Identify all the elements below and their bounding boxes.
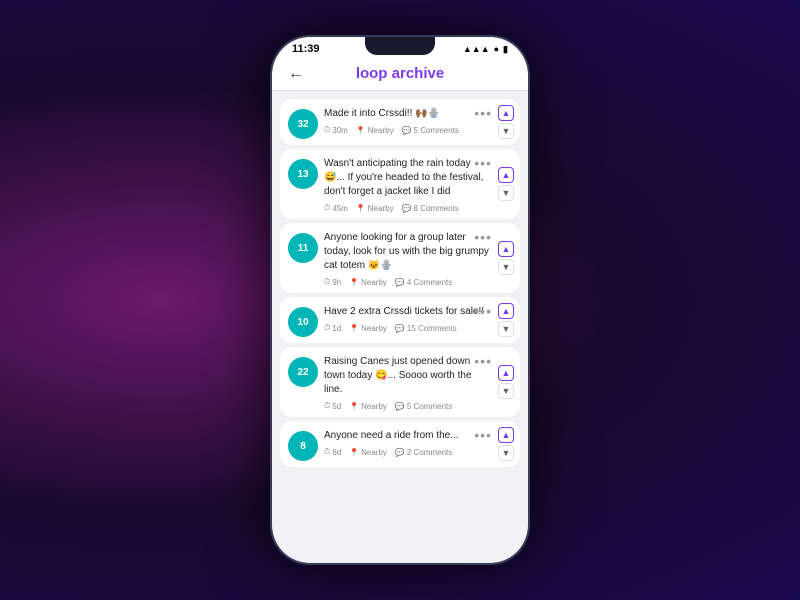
phone-screen: 11:39 ▲▲▲ ● ▮ ← loop archive 32 Made it … bbox=[272, 37, 528, 563]
pin-icon: 📍 bbox=[349, 448, 359, 457]
vote-controls: ▲ ▼ bbox=[498, 105, 514, 139]
upvote-button[interactable]: ▲ bbox=[498, 105, 514, 121]
post-card: 8 Anyone need a ride from the... ⏱ 6d 📍 … bbox=[280, 421, 520, 467]
clock-icon: ⏱ bbox=[324, 277, 330, 287]
post-meta: ⏱ 45m 📍 Nearby 💬 8 Comments bbox=[324, 203, 492, 213]
post-location: 📍 Nearby bbox=[349, 402, 387, 411]
downvote-button[interactable]: ▼ bbox=[498, 321, 514, 337]
pin-icon: 📍 bbox=[356, 204, 366, 213]
avatar: 11 bbox=[288, 233, 318, 263]
avatar: 13 bbox=[288, 159, 318, 189]
post-text: Have 2 extra Crssdi tickets for sale!! bbox=[324, 305, 492, 319]
post-time: ⏱ 1d bbox=[324, 323, 341, 333]
comment-icon: 💬 bbox=[395, 278, 405, 287]
upvote-button[interactable]: ▲ bbox=[498, 427, 514, 443]
signal-icon: ▲▲▲ bbox=[463, 44, 490, 54]
page-title: loop archive bbox=[356, 65, 444, 82]
upvote-button[interactable]: ▲ bbox=[498, 167, 514, 183]
post-location: 📍 Nearby bbox=[356, 126, 394, 135]
downvote-button[interactable]: ▼ bbox=[498, 445, 514, 461]
post-text: Raising Canes just opened down town toda… bbox=[324, 355, 492, 397]
pin-icon: 📍 bbox=[349, 324, 359, 333]
post-comments: 💬 8 Comments bbox=[402, 204, 459, 213]
comment-icon: 💬 bbox=[395, 324, 405, 333]
back-button[interactable]: ← bbox=[288, 65, 304, 83]
downvote-button[interactable]: ▼ bbox=[498, 123, 514, 139]
upvote-button[interactable]: ▲ bbox=[498, 241, 514, 257]
pin-icon: 📍 bbox=[349, 278, 359, 287]
clock-icon: ⏱ bbox=[324, 323, 330, 333]
post-location: 📍 Nearby bbox=[349, 448, 387, 457]
post-comments: 💬 2 Comments bbox=[395, 448, 452, 457]
vote-controls: ▲ ▼ bbox=[498, 167, 514, 201]
post-time: ⏱ 6d bbox=[324, 447, 341, 457]
post-text: Anyone looking for a group later today, … bbox=[324, 231, 492, 273]
post-text: Made it into Crssdi!! 🙌🏾🪬 bbox=[324, 107, 492, 121]
post-meta: ⏱ 6d 📍 Nearby 💬 2 Comments bbox=[324, 447, 492, 457]
pin-icon: 📍 bbox=[349, 402, 359, 411]
avatar: 8 bbox=[288, 431, 318, 461]
post-card: 22 Raising Canes just opened down town t… bbox=[280, 347, 520, 417]
post-menu-dots[interactable]: ••• bbox=[474, 105, 492, 121]
wifi-icon: ● bbox=[494, 44, 499, 54]
comment-icon: 💬 bbox=[395, 402, 405, 411]
upvote-button[interactable]: ▲ bbox=[498, 365, 514, 381]
post-menu-dots[interactable]: ••• bbox=[474, 427, 492, 443]
pin-icon: 📍 bbox=[356, 126, 366, 135]
vote-controls: ▲ ▼ bbox=[498, 241, 514, 275]
post-menu-dots[interactable]: ••• bbox=[474, 303, 492, 319]
post-comments: 💬 5 Comments bbox=[395, 402, 452, 411]
post-meta: ⏱ 9h 📍 Nearby 💬 4 Comments bbox=[324, 277, 492, 287]
post-meta: ⏱ 5d 📍 Nearby 💬 5 Comments bbox=[324, 401, 492, 411]
vote-controls: ▲ ▼ bbox=[498, 365, 514, 399]
avatar: 32 bbox=[288, 109, 318, 139]
post-time: ⏱ 45m bbox=[324, 203, 348, 213]
post-location: 📍 Nearby bbox=[349, 278, 387, 287]
comment-icon: 💬 bbox=[402, 204, 412, 213]
comment-icon: 💬 bbox=[395, 448, 405, 457]
vote-controls: ▲ ▼ bbox=[498, 303, 514, 337]
post-time: ⏱ 9h bbox=[324, 277, 341, 287]
clock-icon: ⏱ bbox=[324, 447, 330, 457]
status-icons: ▲▲▲ ● ▮ bbox=[463, 44, 508, 55]
post-feed: 32 Made it into Crssdi!! 🙌🏾🪬 ⏱ 30m 📍 Nea… bbox=[272, 91, 528, 563]
post-meta: ⏱ 30m 📍 Nearby 💬 5 Comments bbox=[324, 125, 492, 135]
post-menu-dots[interactable]: ••• bbox=[474, 353, 492, 369]
avatar: 22 bbox=[288, 357, 318, 387]
post-comments: 💬 4 Comments bbox=[395, 278, 452, 287]
avatar: 10 bbox=[288, 307, 318, 337]
post-comments: 💬 15 Comments bbox=[395, 324, 457, 333]
upvote-button[interactable]: ▲ bbox=[498, 303, 514, 319]
downvote-button[interactable]: ▼ bbox=[498, 259, 514, 275]
comment-icon: 💬 bbox=[402, 126, 412, 135]
post-text: Wasn't anticipating the rain today 😅... … bbox=[324, 157, 492, 199]
clock-icon: ⏱ bbox=[324, 125, 330, 135]
notch bbox=[365, 37, 435, 55]
post-menu-dots[interactable]: ••• bbox=[474, 155, 492, 171]
post-time: ⏱ 5d bbox=[324, 401, 341, 411]
post-card: 13 Wasn't anticipating the rain today 😅.… bbox=[280, 149, 520, 219]
post-location: 📍 Nearby bbox=[356, 204, 394, 213]
post-menu-dots[interactable]: ••• bbox=[474, 229, 492, 245]
vote-controls: ▲ ▼ bbox=[498, 427, 514, 461]
post-location: 📍 Nearby bbox=[349, 324, 387, 333]
status-time: 11:39 bbox=[292, 43, 320, 55]
post-card: 11 Anyone looking for a group later toda… bbox=[280, 223, 520, 293]
post-text: Anyone need a ride from the... bbox=[324, 429, 492, 443]
post-card: 32 Made it into Crssdi!! 🙌🏾🪬 ⏱ 30m 📍 Nea… bbox=[280, 99, 520, 145]
phone-frame: 11:39 ▲▲▲ ● ▮ ← loop archive 32 Made it … bbox=[270, 35, 530, 565]
post-meta: ⏱ 1d 📍 Nearby 💬 15 Comments bbox=[324, 323, 492, 333]
post-card: 10 Have 2 extra Crssdi tickets for sale!… bbox=[280, 297, 520, 343]
battery-icon: ▮ bbox=[503, 44, 508, 55]
post-time: ⏱ 30m bbox=[324, 125, 348, 135]
post-comments: 💬 5 Comments bbox=[402, 126, 459, 135]
header: ← loop archive bbox=[272, 57, 528, 91]
clock-icon: ⏱ bbox=[324, 203, 330, 213]
downvote-button[interactable]: ▼ bbox=[498, 185, 514, 201]
clock-icon: ⏱ bbox=[324, 401, 330, 411]
downvote-button[interactable]: ▼ bbox=[498, 383, 514, 399]
